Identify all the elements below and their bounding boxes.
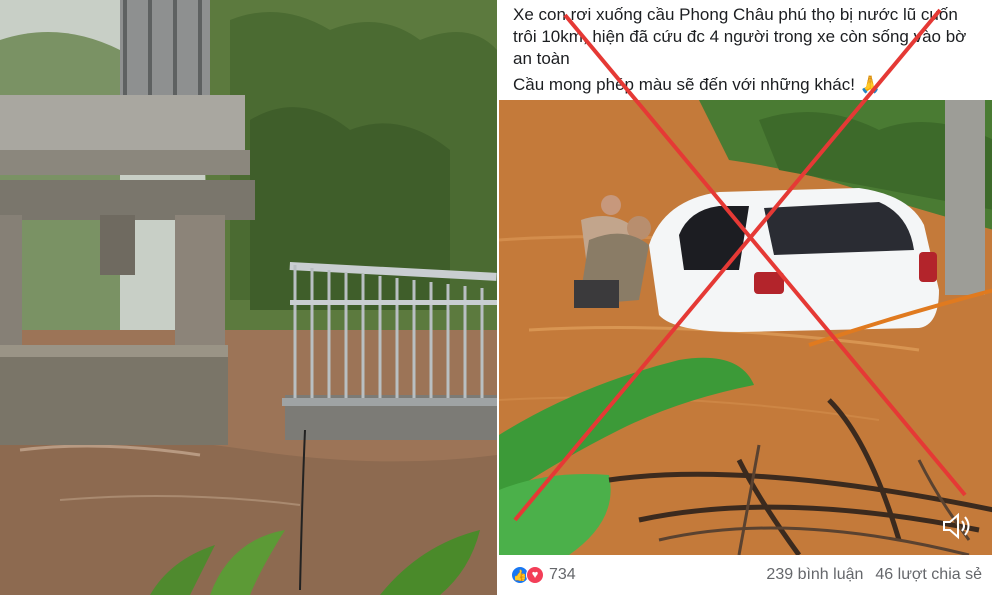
flooded-car-illustration [499,100,992,555]
reaction-count: 734 [549,566,576,583]
caption-text: Xe con rơi xuống cầu Phong Châu phú thọ … [513,5,967,68]
bridge-photo-illustration [0,0,497,595]
post-caption: Xe con rơi xuống cầu Phong Châu phú thọ … [513,4,983,100]
social-post: Xe con rơi xuống cầu Phong Châu phú thọ … [497,0,992,595]
post-engagement-bar: 👍 ♥ 734 239 bình luận 46 lượt chia sẻ [499,555,992,595]
share-count-link[interactable]: 46 lượt chia sẻ [875,566,982,584]
bridge-collapse-photo [0,0,497,595]
flooded-car-photo[interactable] [499,100,992,555]
mute-icon[interactable] [940,511,974,541]
reactions-summary[interactable]: 👍 ♥ 734 [511,566,576,584]
comment-count-link[interactable]: 239 bình luận [766,566,863,584]
caption-prayer: Cầu mong phép màu sẽ đến với những khác!… [513,75,881,94]
love-reaction-icon: ♥ [526,566,544,584]
